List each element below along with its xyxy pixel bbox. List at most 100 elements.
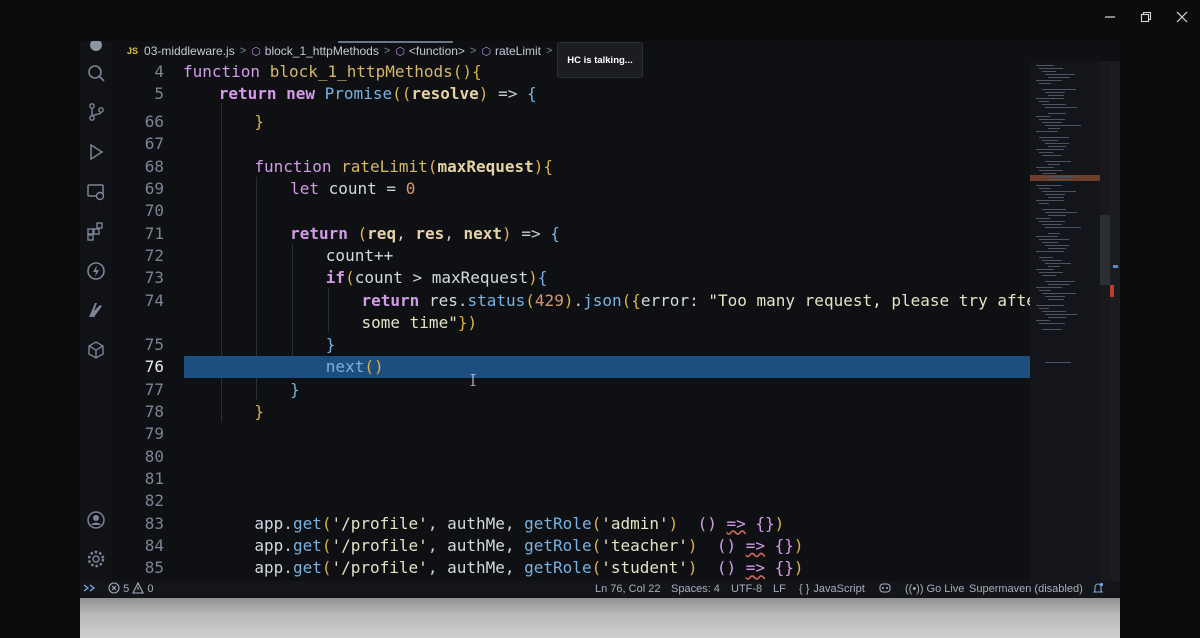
code-line[interactable]: 5 return new Promise((resolve) => {: [112, 83, 1108, 105]
code-token: some time": [361, 312, 458, 332]
copilot-status-icon[interactable]: [878, 581, 892, 598]
minimap-line: [1045, 143, 1069, 144]
code-line[interactable]: 78}: [112, 401, 1108, 423]
line-number: 71: [144, 223, 164, 243]
extensions-icon[interactable]: [86, 221, 106, 241]
code-line[interactable]: 79: [112, 423, 1108, 445]
code-line[interactable]: 74 return res.status(429).json({error: "T…: [112, 290, 1108, 312]
symbol-function-icon: ⬡: [481, 44, 491, 58]
code-line[interactable]: some time"}): [112, 312, 1108, 334]
code-line[interactable]: 77}: [112, 379, 1108, 401]
minimize-button[interactable]: [1092, 0, 1128, 34]
code-line[interactable]: 83 app.get('/profile', authMe, getRole('a…: [112, 513, 1108, 535]
code-token: 0: [405, 179, 416, 199]
warning-icon: [132, 581, 145, 594]
minimap-line: [1039, 203, 1049, 204]
code-area[interactable]: 4 function block_1_httpMethods(){5 return …: [112, 61, 1108, 581]
copilot-icon[interactable]: [86, 300, 106, 320]
code-line[interactable]: 73 if(count > maxRequest){: [112, 267, 1108, 289]
language-mode[interactable]: { } JavaScript: [799, 581, 865, 598]
go-live-button[interactable]: ((•)) Go Live: [905, 581, 964, 598]
restore-icon: [1140, 11, 1152, 23]
code-text: next(): [326, 356, 384, 378]
minimap[interactable]: [1030, 61, 1100, 581]
code-line[interactable]: 67: [112, 133, 1108, 155]
code-line[interactable]: 82: [112, 490, 1108, 512]
code-token: (): [716, 535, 737, 555]
minimap-line: [1042, 311, 1066, 312]
code-text: return new Promise((resolve) => {: [219, 83, 537, 105]
code-line[interactable]: 76 next(): [112, 356, 1108, 379]
source-control-icon[interactable]: [86, 102, 106, 122]
code-line[interactable]: 84 app.get('/profile', authMe, getRole('t…: [112, 535, 1108, 557]
vertical-scrollbar[interactable]: [1100, 61, 1110, 581]
code-line[interactable]: 69 let count = 0: [112, 178, 1108, 200]
code-token: authMe: [447, 535, 505, 555]
code-token: get: [292, 535, 322, 555]
indentation[interactable]: Spaces: 4: [671, 581, 720, 598]
code-line[interactable]: 71 return (req, res, next) => {: [112, 223, 1108, 245]
package-box-icon[interactable]: [86, 340, 106, 360]
code-token: =>: [745, 535, 765, 555]
close-button[interactable]: [1164, 0, 1200, 34]
remote-explorer-icon[interactable]: [86, 182, 106, 202]
end-of-line[interactable]: LF: [773, 581, 786, 598]
minimap-line: [1036, 200, 1064, 201]
code-token: new: [286, 84, 325, 104]
minimap-line: [1042, 122, 1062, 123]
minimap-line: [1045, 245, 1069, 246]
breadcrumb-item-block[interactable]: block_1_httpMethods: [265, 44, 379, 58]
symbol-function-icon: ⬡: [251, 44, 261, 58]
minimap-line: [1042, 173, 1056, 174]
encoding[interactable]: UTF-8: [731, 581, 762, 598]
minimap-line: [1042, 242, 1058, 243]
thunder-client-icon[interactable]: [86, 261, 106, 281]
breadcrumb-file[interactable]: 03-middleware.js: [144, 44, 235, 58]
code-token: json: [583, 290, 622, 310]
code-line[interactable]: 66}: [112, 111, 1108, 133]
minimap-line: [1042, 329, 1062, 330]
code-line[interactable]: 80: [112, 446, 1108, 468]
minimap-line: [1042, 209, 1066, 210]
code-line[interactable]: 75}: [112, 334, 1108, 356]
code-token: if: [325, 268, 346, 288]
code-line[interactable]: 85 app.get('/profile', authMe, getRole('s…: [112, 557, 1108, 579]
minimap-line: [1039, 152, 1053, 153]
cursor-position[interactable]: Ln 76, Col 22: [595, 581, 660, 598]
symbol-function-icon: ⬡: [395, 44, 405, 58]
notifications-bell-icon[interactable]: [1092, 581, 1104, 598]
code-token: (: [591, 558, 602, 578]
remote-indicator[interactable]: [82, 581, 96, 598]
language-label: JavaScript: [813, 583, 865, 595]
code-token: (: [427, 156, 438, 176]
supermaven-status[interactable]: Supermaven (disabled): [969, 581, 1083, 598]
error-icon: [108, 582, 120, 594]
breadcrumb-item-function[interactable]: <function>: [409, 44, 465, 58]
scrollbar-thumb[interactable]: [1100, 215, 1110, 285]
code-line[interactable]: 68 function rateLimit(maxRequest){: [112, 156, 1108, 178]
code-token: authMe: [447, 513, 505, 533]
minimap-line: [1045, 107, 1077, 108]
account-icon[interactable]: [86, 510, 106, 530]
breadcrumb-item-ratelimit[interactable]: rateLimit: [495, 44, 541, 58]
go-live-label: Go Live: [926, 583, 965, 595]
code-token: 'admin': [601, 513, 669, 533]
code-line[interactable]: 81: [112, 468, 1108, 490]
code-line[interactable]: 72 count++: [112, 245, 1108, 267]
account-badge-icon[interactable]: [86, 41, 106, 55]
settings-gear-icon[interactable]: [86, 549, 106, 569]
restore-button[interactable]: [1128, 0, 1164, 34]
minimap-line: [1045, 227, 1081, 228]
remote-icon: [83, 584, 96, 592]
run-debug-icon[interactable]: [86, 142, 106, 162]
code-line[interactable]: 70: [112, 200, 1108, 222]
code-text: count++: [326, 245, 393, 267]
line-number: 75: [144, 335, 164, 355]
code-token: function: [254, 156, 342, 176]
code-token: function: [183, 62, 270, 81]
code-token: .: [283, 535, 293, 555]
problems-indicator[interactable]: 5 0: [108, 581, 153, 598]
search-icon[interactable]: [86, 63, 106, 83]
